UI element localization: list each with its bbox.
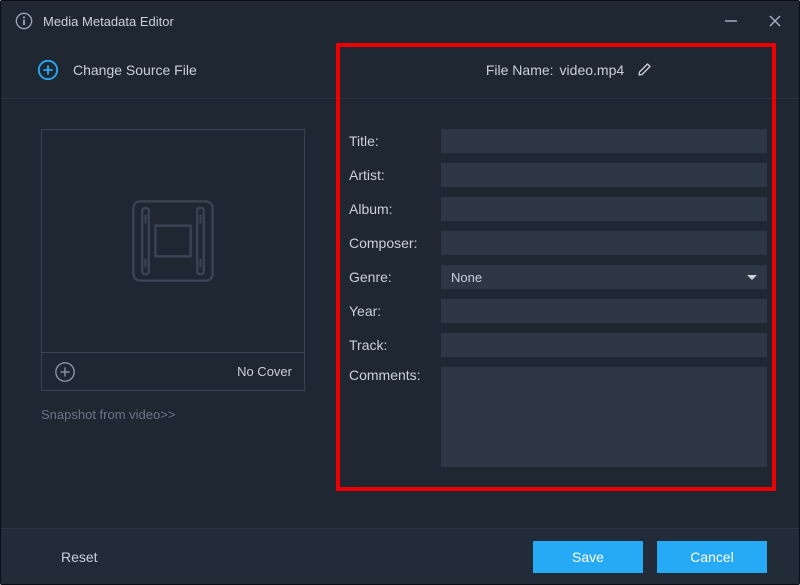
filename-label: File Name: [486,62,554,78]
track-label: Track: [349,337,441,353]
year-label: Year: [349,303,441,319]
metadata-editor-window: Media Metadata Editor Change Source File [0,0,800,585]
snapshot-from-video-link[interactable]: Snapshot from video>> [41,407,307,422]
year-row: Year: [349,299,767,323]
album-row: Album: [349,197,767,221]
cover-preview [42,130,304,352]
track-input[interactable] [441,333,767,357]
chevron-down-icon [747,275,757,280]
change-source-label: Change Source File [73,62,197,78]
save-button[interactable]: Save [533,541,643,573]
window-controls [721,11,785,31]
composer-input[interactable] [441,231,767,255]
add-cover-button[interactable] [54,361,76,383]
close-button[interactable] [765,11,785,31]
body-section: No Cover Snapshot from video>> Title: Ar… [1,99,799,528]
info-icon [15,12,33,30]
track-row: Track: [349,333,767,357]
footer: Reset Save Cancel [1,528,799,584]
metadata-form: Title: Artist: Album: Composer: [339,99,799,528]
top-section: Change Source File File Name: video.mp4 [1,41,799,99]
artist-input[interactable] [441,163,767,187]
comments-textarea[interactable] [441,367,767,467]
genre-row: Genre: None [349,265,767,289]
composer-label: Composer: [349,235,441,251]
title-row: Title: [349,129,767,153]
edit-filename-button[interactable] [636,62,652,78]
cover-bottom-bar: No Cover [42,352,304,390]
filename-value: video.mp4 [560,62,625,78]
composer-row: Composer: [349,231,767,255]
genre-label: Genre: [349,269,441,285]
artist-label: Artist: [349,167,441,183]
minimize-button[interactable] [721,11,741,31]
plus-circle-icon [37,59,59,81]
comments-row: Comments: [349,367,767,467]
titlebar: Media Metadata Editor [1,1,799,41]
cover-panel: No Cover Snapshot from video>> [1,99,339,528]
window-title: Media Metadata Editor [43,14,721,29]
year-input[interactable] [441,299,767,323]
reset-button[interactable]: Reset [61,549,98,565]
genre-select[interactable]: None [441,265,767,289]
album-input[interactable] [441,197,767,221]
artist-row: Artist: [349,163,767,187]
album-label: Album: [349,201,441,217]
cover-container: No Cover [41,129,305,391]
cancel-button[interactable]: Cancel [657,541,767,573]
film-placeholder-icon [118,186,228,296]
filename-section: File Name: video.mp4 [339,41,799,98]
title-label: Title: [349,133,441,149]
no-cover-label: No Cover [237,364,292,379]
main-content: Change Source File File Name: video.mp4 [1,41,799,528]
title-input[interactable] [441,129,767,153]
comments-label: Comments: [349,367,441,383]
genre-value: None [451,270,482,285]
footer-actions: Save Cancel [533,541,767,573]
change-source-file[interactable]: Change Source File [1,41,339,98]
